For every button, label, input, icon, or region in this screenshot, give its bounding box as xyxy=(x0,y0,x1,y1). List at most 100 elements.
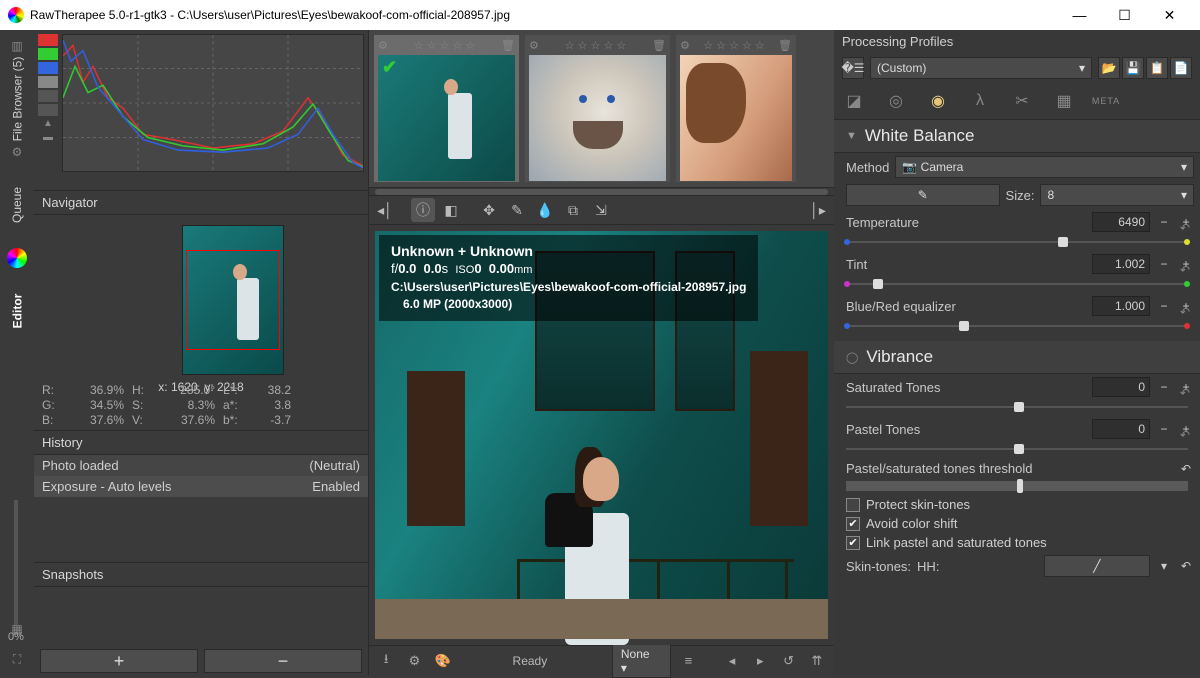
tab-queue[interactable]: Queue xyxy=(10,187,24,223)
histo-red-toggle[interactable] xyxy=(38,34,58,46)
tab-editor[interactable]: Editor xyxy=(10,294,24,329)
bluered-minus[interactable]: − xyxy=(1156,299,1172,313)
undo-icon[interactable]: ↶ xyxy=(1180,221,1190,235)
wb-picker-button[interactable]: ✎ xyxy=(846,184,1000,206)
color-wheel-icon[interactable] xyxy=(7,248,27,268)
profile-mode-icon[interactable]: �☰ xyxy=(842,57,864,79)
undo-icon[interactable]: ↶ xyxy=(1180,305,1190,319)
wb-picker-icon[interactable]: 💧 xyxy=(533,198,557,222)
wb-method-select[interactable]: 📷 Camera▾ xyxy=(895,156,1194,178)
bluered-value[interactable]: 1.000 xyxy=(1092,296,1150,316)
window-minimize-button[interactable]: — xyxy=(1057,0,1102,30)
straighten-tool-icon[interactable]: ⇲ xyxy=(589,198,613,222)
history-row[interactable]: Photo loaded(Neutral) xyxy=(34,455,368,476)
undo-icon[interactable]: ↶ xyxy=(1178,462,1194,476)
folder-icon[interactable]: ▥ xyxy=(7,36,27,56)
histo-scale-toggle[interactable]: ▲ xyxy=(38,118,58,130)
gear-icon[interactable]: ⚙ xyxy=(529,39,539,52)
avoid-color-shift-checkbox[interactable]: ✔Avoid color shift xyxy=(834,514,1200,533)
tint-value[interactable]: 1.002 xyxy=(1092,254,1150,274)
profile-load-icon[interactable]: 📂 xyxy=(1098,57,1120,79)
rating-stars[interactable]: ☆ ☆ ☆ ☆ ☆ xyxy=(565,39,627,52)
tint-slider[interactable]: ↶ xyxy=(846,277,1188,291)
gear-icon[interactable]: ⚙ xyxy=(680,39,690,52)
threshold-slider[interactable] xyxy=(846,479,1188,493)
trash-icon[interactable]: 🗑 xyxy=(652,39,666,52)
histo-blue-toggle[interactable] xyxy=(38,62,58,74)
save-icon[interactable]: ⭳ xyxy=(375,650,397,672)
temperature-slider[interactable]: ↶ xyxy=(846,235,1188,249)
filmstrip-item[interactable]: ⚙ ☆ ☆ ☆ ☆ ☆ 🗑 xyxy=(525,35,670,182)
color-tab-icon[interactable]: ◉ xyxy=(926,89,950,113)
pastel-tones-slider[interactable]: ↶ xyxy=(846,442,1188,456)
fullscreen-icon[interactable]: ⛶ xyxy=(7,649,27,669)
hand-tool-icon[interactable]: ✥ xyxy=(477,198,501,222)
sync-icon[interactable]: ↺ xyxy=(777,650,799,672)
window-maximize-button[interactable]: ☐ xyxy=(1102,0,1147,30)
undo-icon[interactable]: ↶ xyxy=(1178,559,1194,573)
metadata-tab-icon[interactable]: META xyxy=(1094,89,1118,113)
link-pastel-checkbox[interactable]: ✔Link pastel and saturated tones xyxy=(834,533,1200,552)
next-image-icon[interactable]: ▸ xyxy=(749,650,771,672)
navigator-thumb[interactable] xyxy=(182,225,284,375)
trash-icon[interactable]: 🗑 xyxy=(778,39,792,52)
advanced-tab-icon[interactable]: λ xyxy=(968,89,992,113)
undo-icon[interactable]: ↶ xyxy=(1180,263,1190,277)
prev-image-icon[interactable]: ◂ xyxy=(721,650,743,672)
wb-size-select[interactable]: 8▾ xyxy=(1040,184,1194,206)
sidepanel-toggle-icon[interactable]: ◂│ xyxy=(373,198,397,222)
detail-tab-icon[interactable]: ◎ xyxy=(884,89,908,113)
undo-icon[interactable]: ↶ xyxy=(1180,428,1190,442)
pastel-tones-value[interactable]: 0 xyxy=(1092,419,1150,439)
raw-tab-icon[interactable]: ▦ xyxy=(1052,89,1076,113)
image-viewer[interactable]: Unknown + Unknown f/0.0 0.0s ISO0 0.00mm… xyxy=(369,225,834,645)
vibrance-header[interactable]: ◯Vibrance xyxy=(834,341,1200,374)
trash-icon[interactable]: 🗑 xyxy=(501,39,515,52)
filmstrip-item[interactable]: ⚙☆ ☆ ☆ ☆ ☆🗑 ✔ xyxy=(374,35,519,182)
picker-tool-icon[interactable]: ✎ xyxy=(505,198,529,222)
tint-minus[interactable]: − xyxy=(1156,257,1172,271)
bluered-slider[interactable]: ↶ xyxy=(846,319,1188,333)
rightpanel-toggle-icon[interactable]: │▸ xyxy=(806,198,830,222)
info-icon[interactable]: ⓘ xyxy=(411,198,435,222)
rating-stars[interactable]: ☆ ☆ ☆ ☆ ☆ xyxy=(703,39,765,52)
window-close-button[interactable]: ✕ xyxy=(1147,0,1192,30)
histo-luma-toggle[interactable] xyxy=(38,76,58,88)
gear-icon[interactable]: ⚙ xyxy=(378,39,388,52)
profile-save-icon[interactable]: 💾 xyxy=(1122,57,1144,79)
crop-tool-icon[interactable]: ⧉ xyxy=(561,198,585,222)
white-balance-header[interactable]: ▼White Balance xyxy=(834,120,1200,153)
histo-chroma-toggle[interactable] xyxy=(38,90,58,102)
sat-minus[interactable]: − xyxy=(1156,380,1172,394)
temperature-value[interactable]: 6490 xyxy=(1092,212,1150,232)
external-editor-icon[interactable]: 🎨 xyxy=(432,650,454,672)
zoom-bar[interactable]: 0% xyxy=(5,500,27,643)
sat-tones-slider[interactable]: ↶ xyxy=(846,400,1188,414)
protect-skin-checkbox[interactable]: Protect skin-tones xyxy=(834,495,1200,514)
pas-minus[interactable]: − xyxy=(1156,422,1172,436)
nav-up-icon[interactable]: ⇈ xyxy=(806,650,828,672)
gears-icon[interactable]: ⚙ xyxy=(7,142,27,162)
tab-file-browser[interactable]: File Browser (5) xyxy=(10,57,24,142)
queue-icon[interactable]: ⚙ xyxy=(403,650,425,672)
histo-raw-toggle[interactable] xyxy=(38,104,58,116)
temperature-minus[interactable]: − xyxy=(1156,215,1172,229)
profile-paste-icon[interactable]: 📄 xyxy=(1170,57,1192,79)
exposure-tab-icon[interactable]: ◪ xyxy=(842,89,866,113)
profile-copy-icon[interactable]: 📋 xyxy=(1146,57,1168,79)
history-row[interactable]: Exposure - Auto levelsEnabled xyxy=(34,476,368,497)
before-after-icon[interactable]: ◧ xyxy=(439,198,463,222)
monitor-profile-icon[interactable]: ≡ xyxy=(677,650,699,672)
profile-select[interactable]: (Custom)▾ xyxy=(870,57,1092,79)
snapshot-remove-button[interactable]: − xyxy=(204,649,362,673)
snapshot-add-button[interactable]: + xyxy=(40,649,198,673)
skin-tones-curve[interactable]: ╱ xyxy=(1044,555,1150,577)
histo-bar-toggle[interactable]: ▬ xyxy=(38,132,58,144)
histo-green-toggle[interactable] xyxy=(38,48,58,60)
filmstrip-item[interactable]: ⚙ ☆ ☆ ☆ ☆ ☆ 🗑 xyxy=(676,35,796,182)
sat-tones-value[interactable]: 0 xyxy=(1092,377,1150,397)
rating-stars[interactable]: ☆ ☆ ☆ ☆ ☆ xyxy=(414,39,476,52)
undo-icon[interactable]: ↶ xyxy=(1180,386,1190,400)
transform-tab-icon[interactable]: ✂ xyxy=(1010,89,1034,113)
background-select[interactable]: None ▾ xyxy=(612,644,671,678)
